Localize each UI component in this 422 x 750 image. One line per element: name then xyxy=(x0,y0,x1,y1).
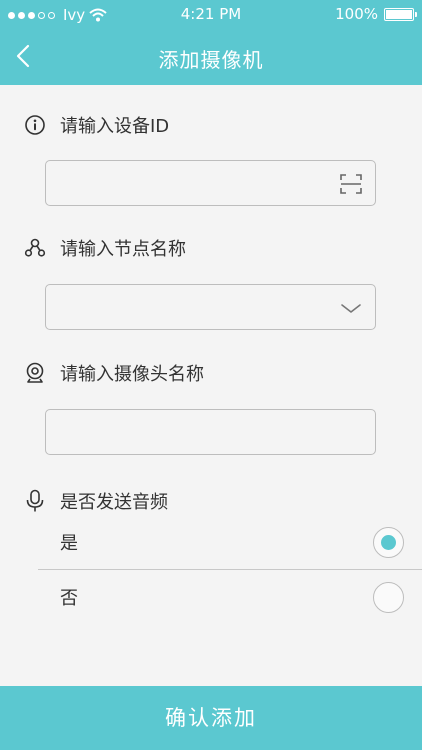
audio-option-yes-radio[interactable] xyxy=(373,527,404,558)
webcam-icon xyxy=(24,362,46,384)
device-id-input[interactable] xyxy=(56,161,326,205)
device-id-field[interactable] xyxy=(45,160,376,206)
audio-option-yes[interactable]: 是 xyxy=(0,517,422,569)
audio-option-no[interactable]: 否 xyxy=(0,572,422,624)
battery-percent: 100% xyxy=(335,5,378,23)
battery-icon xyxy=(384,7,417,21)
camera-name-field[interactable] xyxy=(45,409,376,455)
send-audio-label-row: 是否发送音频 xyxy=(24,488,168,514)
camera-name-label-row: 请输入摄像头名称 xyxy=(24,360,204,386)
audio-option-yes-label: 是 xyxy=(60,533,78,554)
app-header: Ivy 4:21 PM 100% 添加摄像机 xyxy=(0,0,422,85)
device-id-label: 请输入设备ID xyxy=(60,116,170,137)
page-title: 添加摄像机 xyxy=(158,48,264,72)
microphone-icon xyxy=(24,489,46,512)
audio-option-no-radio[interactable] xyxy=(373,582,404,613)
audio-option-no-label: 否 xyxy=(60,588,78,609)
node-name-label: 请输入节点名称 xyxy=(60,239,186,260)
option-divider xyxy=(38,569,422,570)
device-id-label-row: 请输入设备ID xyxy=(24,112,169,138)
status-bar: Ivy 4:21 PM 100% xyxy=(0,0,422,28)
node-name-select[interactable] xyxy=(45,284,376,330)
node-name-label-row: 请输入节点名称 xyxy=(24,235,186,261)
status-right: 100% xyxy=(335,5,417,23)
camera-name-label: 请输入摄像头名称 xyxy=(60,364,204,385)
confirm-add-button[interactable]: 确认添加 xyxy=(0,686,422,750)
camera-name-input[interactable] xyxy=(56,410,326,454)
chevron-down-icon[interactable] xyxy=(339,296,363,320)
node-icon xyxy=(24,237,46,259)
info-icon xyxy=(24,114,46,136)
send-audio-label: 是否发送音频 xyxy=(60,492,168,513)
scan-icon[interactable] xyxy=(339,172,363,196)
